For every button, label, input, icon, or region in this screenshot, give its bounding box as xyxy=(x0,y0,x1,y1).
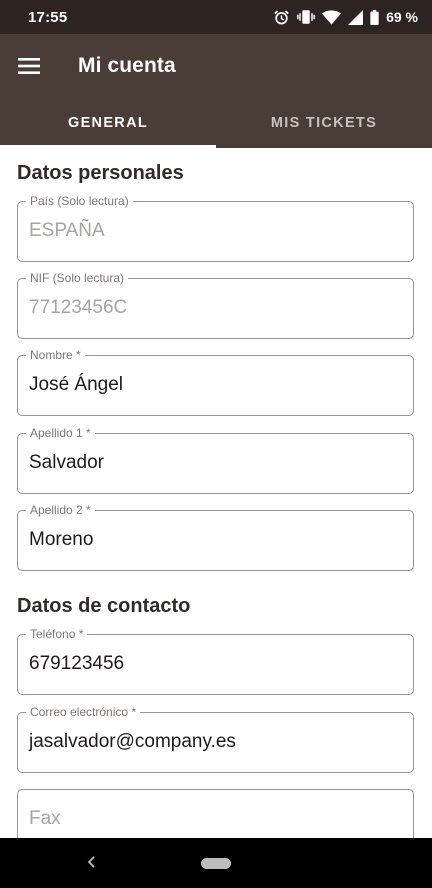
status-time: 17:55 xyxy=(28,8,68,26)
surname-2-field-value: Moreno xyxy=(29,529,94,550)
alarm-icon xyxy=(274,9,289,24)
nif-field[interactable]: NIF (Solo lectura) 77123456C xyxy=(17,271,414,339)
phone-field-value: 679123456 xyxy=(29,653,125,674)
tab-bar: GENERAL MIS TICKETS xyxy=(0,98,432,148)
tab-mis-tickets[interactable]: MIS TICKETS xyxy=(216,98,432,148)
surname-1-field[interactable]: Apellido 1 * Salvador xyxy=(17,426,414,494)
first-name-field-label: Nombre * xyxy=(26,348,85,362)
vibrate-icon xyxy=(297,10,316,24)
back-icon[interactable] xyxy=(86,854,98,870)
surname-2-field-label: Apellido 2 * xyxy=(26,503,95,517)
section-title-personal: Datos personales xyxy=(17,162,184,184)
nif-field-label: NIF (Solo lectura) xyxy=(26,271,129,285)
menu-button[interactable] xyxy=(0,34,58,98)
page-title: Mi cuenta xyxy=(78,54,176,77)
first-name-field-value: José Ángel xyxy=(29,374,124,395)
email-field[interactable]: Correo electrónico * jasalvador@company.… xyxy=(17,705,414,773)
surname-2-field[interactable]: Apellido 2 * Moreno xyxy=(17,503,414,571)
home-pill[interactable] xyxy=(201,858,231,869)
status-icons: 69 % xyxy=(273,9,418,26)
phone-field[interactable]: Teléfono * 679123456 xyxy=(17,627,414,695)
first-name-field[interactable]: Nombre * José Ángel xyxy=(17,348,414,416)
fax-field-placeholder: Fax xyxy=(29,808,61,829)
surname-1-field-value: Salvador xyxy=(29,452,104,473)
battery-icon xyxy=(370,9,379,25)
account-form: Datos personales País (Solo lectura) ESP… xyxy=(0,148,432,838)
country-field-value: ESPAÑA xyxy=(29,220,105,241)
hamburger-menu-icon xyxy=(18,58,40,74)
system-nav-bar xyxy=(0,838,432,888)
app-bar: Mi cuenta xyxy=(0,34,432,98)
section-title-contact: Datos de contacto xyxy=(17,595,191,617)
email-field-label: Correo electrónico * xyxy=(26,705,141,719)
battery-percent: 69 % xyxy=(386,9,418,25)
fax-field[interactable]: Fax xyxy=(17,789,414,838)
signal-icon xyxy=(348,9,364,25)
country-field[interactable]: País (Solo lectura) ESPAÑA xyxy=(17,194,414,262)
surname-1-field-label: Apellido 1 * xyxy=(26,426,95,440)
nif-field-value: 77123456C xyxy=(29,297,128,318)
tab-general[interactable]: GENERAL xyxy=(0,98,216,148)
wifi-icon xyxy=(322,9,342,25)
status-bar: 17:55 69 % xyxy=(0,0,432,34)
email-field-value: jasalvador@company.es xyxy=(29,731,236,752)
country-field-label: País (Solo lectura) xyxy=(26,194,133,208)
phone-field-label: Teléfono * xyxy=(26,627,88,641)
